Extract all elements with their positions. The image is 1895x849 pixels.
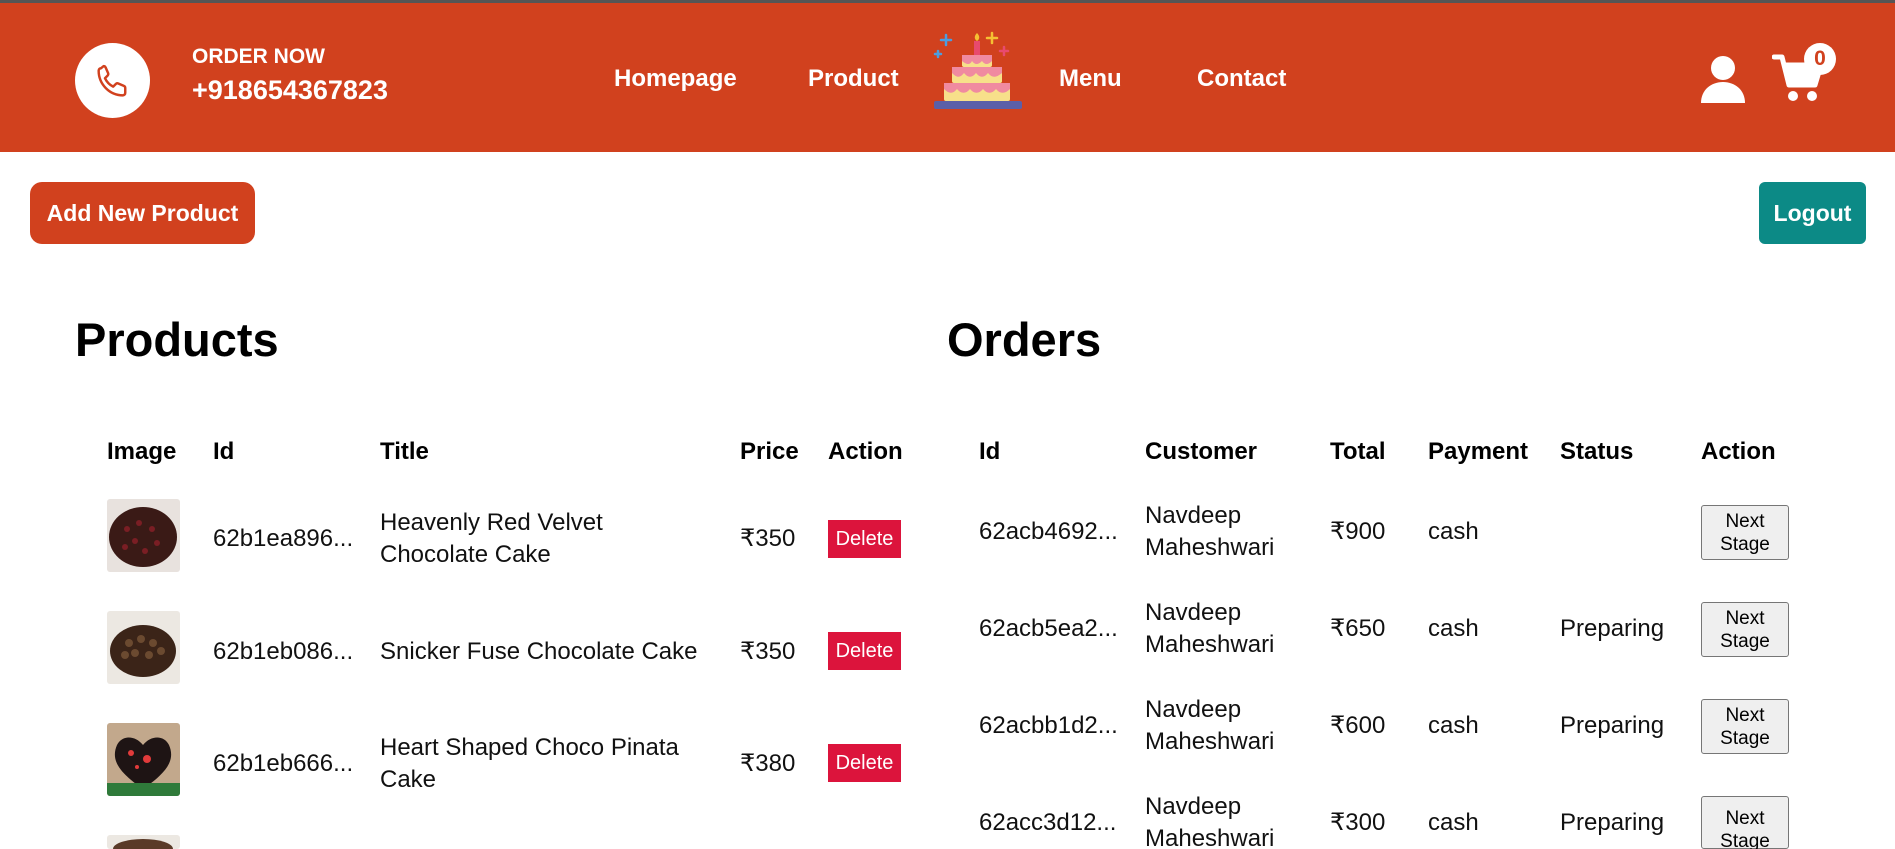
orders-header-action: Action (1701, 438, 1776, 465)
product-id: 62b1ea896... (213, 525, 354, 552)
product-title-line: Heavenly Red Velvet (380, 509, 603, 536)
order-id: 62acb5ea2... (979, 615, 1118, 642)
product-title-line: Chocolate Cake (380, 541, 551, 568)
order-total: ₹650 (1330, 615, 1386, 642)
phone-icon[interactable] (75, 43, 150, 118)
products-title: Products (75, 313, 279, 366)
orders-header-id: Id (979, 438, 1001, 465)
order-status: Preparing (1560, 809, 1665, 836)
products-header-price: Price (740, 438, 799, 465)
delete-button[interactable]: Delete (828, 520, 901, 558)
customer-line: Maheshwari (1145, 728, 1275, 755)
user-icon[interactable] (1700, 55, 1746, 103)
nav-homepage[interactable]: Homepage (614, 65, 737, 93)
order-id: 62acbb1d2... (979, 712, 1118, 739)
customer-line: Navdeep (1145, 696, 1242, 723)
next-stage-label-line: Next (1725, 607, 1765, 629)
product-id: 62b1eb666... (213, 750, 354, 777)
product-title: Snicker Fuse Chocolate Cake (380, 636, 697, 668)
next-stage-label-line: Stage (1720, 727, 1770, 749)
order-customer: Navdeep Maheshwari (1145, 791, 1274, 849)
product-title: Heart Shaped Choco Pinata Cake (380, 732, 679, 796)
order-total: ₹900 (1330, 518, 1386, 545)
phone-number: +918654367823 (192, 75, 388, 105)
products-header-title: Title (380, 438, 429, 465)
products-header-action: Action (828, 438, 903, 465)
nav-contact[interactable]: Contact (1197, 65, 1286, 93)
order-payment: cash (1428, 712, 1479, 739)
order-customer: Navdeep Maheshwari (1145, 694, 1274, 758)
product-price: ₹350 (740, 525, 796, 552)
order-total: ₹300 (1330, 809, 1386, 836)
order-id: 62acc3d12... (979, 809, 1117, 836)
order-customer: Navdeep Maheshwari (1145, 597, 1274, 661)
logout-button[interactable]: Logout (1759, 182, 1866, 244)
product-title: Heavenly Red Velvet Chocolate Cake (380, 507, 603, 571)
customer-line: Navdeep (1145, 502, 1242, 529)
products-header-image: Image (107, 438, 177, 465)
orders-header-status: Status (1560, 438, 1634, 465)
customer-line: Maheshwari (1145, 825, 1275, 849)
next-stage-label-line: Stage (1720, 533, 1770, 555)
nav-menu[interactable]: Menu (1059, 65, 1122, 93)
orders-header-payment: Payment (1428, 438, 1529, 465)
next-stage-button[interactable]: Next Stage (1701, 602, 1789, 657)
orders-title: Orders (947, 313, 1102, 366)
navbar: ORDER NOW +918654367823 Homepage Product… (0, 0, 1895, 152)
order-payment: cash (1428, 809, 1479, 836)
next-stage-button[interactable]: Next Stage (1701, 505, 1789, 560)
order-payment: cash (1428, 518, 1479, 545)
delete-button[interactable]: Delete (828, 744, 901, 782)
product-price: ₹350 (740, 638, 796, 665)
products-header-id: Id (213, 438, 235, 465)
delete-button[interactable]: Delete (828, 632, 901, 670)
customer-line: Navdeep (1145, 599, 1242, 626)
order-customer: Navdeep Maheshwari (1145, 500, 1274, 564)
product-image (107, 611, 180, 684)
order-payment: cash (1428, 615, 1479, 642)
next-stage-label-line: Stage (1720, 831, 1770, 849)
add-new-product-button[interactable]: Add New Product (30, 182, 255, 244)
product-image (107, 835, 180, 849)
customer-line: Maheshwari (1145, 631, 1275, 658)
order-now-label: ORDER NOW (192, 45, 325, 68)
next-stage-label-line: Stage (1720, 630, 1770, 652)
orders-header-customer: Customer (1145, 438, 1258, 465)
product-title-line: Cake (380, 766, 437, 793)
product-id: 62b1eb086... (213, 638, 354, 665)
nav-product[interactable]: Product (808, 65, 899, 93)
product-image (107, 499, 180, 572)
order-status: Preparing (1560, 712, 1665, 739)
order-total: ₹600 (1330, 712, 1386, 739)
cart-count-badge: 0 (1804, 43, 1836, 75)
next-stage-button[interactable]: Next Stage (1701, 699, 1789, 754)
order-id: 62acb4692... (979, 518, 1118, 545)
cake-logo-icon[interactable] (932, 29, 1024, 125)
customer-line: Maheshwari (1145, 534, 1275, 561)
orders-header-total: Total (1330, 438, 1386, 465)
product-price: ₹380 (740, 750, 796, 777)
next-stage-label-line: Next (1725, 704, 1765, 726)
product-image (107, 723, 180, 796)
next-stage-label-line: Next (1725, 510, 1765, 532)
customer-line: Navdeep (1145, 793, 1242, 820)
product-title-line: Snicker Fuse Chocolate Cake (380, 638, 698, 665)
product-title-line: Heart Shaped Choco Pinata (380, 734, 679, 761)
order-status: Preparing (1560, 615, 1665, 642)
next-stage-button[interactable]: Next Stage (1701, 796, 1789, 849)
next-stage-label-line: Next (1725, 808, 1765, 829)
